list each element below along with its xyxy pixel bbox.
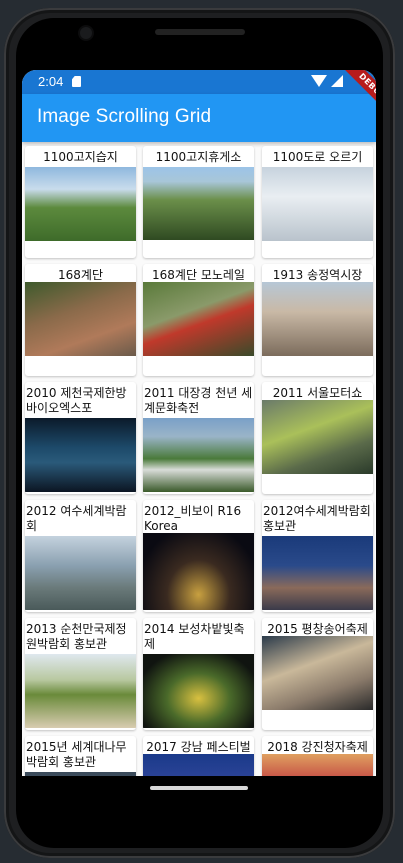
grid-card[interactable]: 2018 강진청자축제 <box>262 736 373 776</box>
grid-card[interactable]: 1100고지습지 <box>25 146 136 258</box>
photo-icon <box>25 772 136 776</box>
wifi-icon <box>311 75 327 87</box>
app-bar: Image Scrolling Grid <box>22 94 376 142</box>
grid-card[interactable]: 1100고지휴게소 <box>143 146 254 258</box>
photo-icon <box>143 282 254 356</box>
photo-icon <box>143 167 254 240</box>
grid-card[interactable]: 1100도로 오르기 <box>262 146 373 258</box>
card-title: 168계단 모노레일 <box>152 268 245 282</box>
grid-card[interactable]: 2012여수세계박람회 홍보관 <box>262 500 373 612</box>
photo-icon <box>25 418 136 492</box>
card-title: 2018 강진청자축제 <box>267 740 368 754</box>
card-title: 2011 서울모터쇼 <box>272 386 363 400</box>
grid-card[interactable]: 2015 평창송어축제 <box>262 618 373 730</box>
card-title: 168계단 <box>58 268 103 282</box>
card-title: 2014 보성차밭빛축제 <box>144 622 245 651</box>
grid-card[interactable]: 2013 순천만국제정원박람회 홍보관 <box>25 618 136 730</box>
card-title: 2012여수세계박람회 홍보관 <box>263 504 371 533</box>
grid-card[interactable]: 168계단 모노레일 <box>143 264 254 376</box>
grid-card[interactable]: 2015년 세계대나무박람회 홍보관 <box>25 736 136 776</box>
card-title: 2011 대장경 천년 세계문화축전 <box>144 386 253 415</box>
grid-card[interactable]: 2011 대장경 천년 세계문화축전 <box>143 382 254 494</box>
photo-icon <box>143 654 254 728</box>
photo-icon <box>262 636 373 710</box>
photo-icon <box>262 536 373 610</box>
grid-card[interactable]: 2010 제천국제한방바이오엑스포 <box>25 382 136 494</box>
grid-card[interactable]: 1913 송정역시장 <box>262 264 373 376</box>
card-title: 1100고지습지 <box>43 150 118 164</box>
photo-icon <box>25 167 136 241</box>
card-title: 2012_비보이 R16 Korea <box>144 504 242 533</box>
sd-card-icon <box>72 76 81 87</box>
page-title: Image Scrolling Grid <box>37 106 212 127</box>
photo-icon <box>262 754 373 776</box>
card-title: 1100고지휴게소 <box>155 150 242 164</box>
status-bar: 2:04 <box>22 70 376 94</box>
status-time: 2:04 <box>38 74 64 89</box>
photo-icon <box>262 400 373 474</box>
card-title: 2015 평창송어축제 <box>267 622 368 636</box>
photo-icon <box>143 418 254 492</box>
card-title: 1913 송정역시장 <box>272 268 363 282</box>
photo-icon <box>25 654 136 728</box>
photo-icon <box>262 282 373 356</box>
app-screen: 2:04 Image Scrolling Grid DEBUG 1100고지습지… <box>22 70 376 776</box>
photo-icon <box>262 167 373 241</box>
card-title: 2012 여수세계박람회 <box>26 504 127 533</box>
card-title: 2017 강남 페스티벌 <box>146 740 251 754</box>
grid-card[interactable]: 2014 보성차밭빛축제 <box>143 618 254 730</box>
earpiece-speaker <box>155 29 245 35</box>
front-camera <box>80 27 92 39</box>
card-title: 2015년 세계대나무박람회 홍보관 <box>26 740 127 769</box>
photo-icon <box>143 754 254 776</box>
grid-card[interactable]: 2012_비보이 R16 Korea <box>143 500 254 612</box>
card-title: 2010 제천국제한방바이오엑스포 <box>26 386 127 415</box>
grid-card[interactable]: 2017 강남 페스티벌 <box>143 736 254 776</box>
signal-icon <box>331 75 343 87</box>
photo-icon <box>143 533 254 610</box>
grid-card[interactable]: 2011 서울모터쇼 <box>262 382 373 494</box>
grid-card[interactable]: 168계단 <box>25 264 136 376</box>
card-title: 1100도로 오르기 <box>272 150 363 164</box>
grid-card[interactable]: 2012 여수세계박람회 <box>25 500 136 612</box>
photo-icon <box>25 536 136 610</box>
photo-icon <box>25 282 136 356</box>
home-indicator[interactable] <box>150 786 248 790</box>
card-title: 2013 순천만국제정원박람회 홍보관 <box>26 622 127 651</box>
